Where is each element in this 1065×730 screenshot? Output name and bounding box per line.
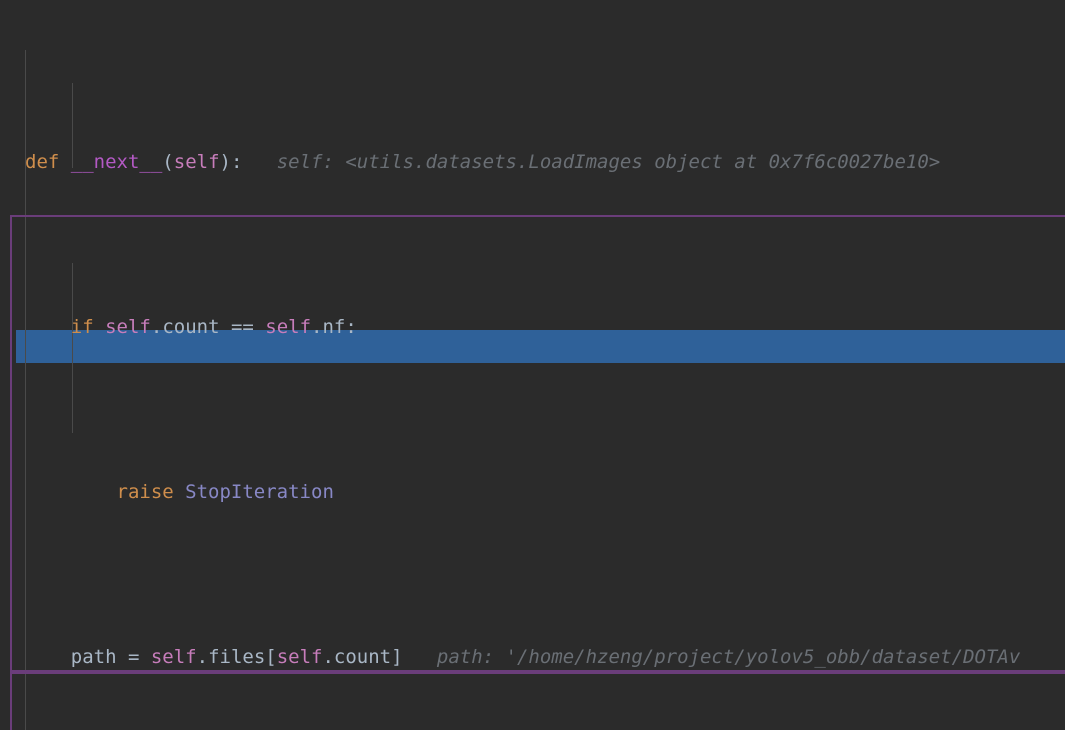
paren-open: ( <box>162 151 174 173</box>
assign-op: = <box>116 646 151 668</box>
attr-count: .count <box>322 646 392 668</box>
code-line-raise[interactable]: raise StopIteration <box>0 476 1065 509</box>
paren-close-colon: ): <box>219 151 243 173</box>
debug-hint-path: path: '/home/hzeng/project/yolov5_obb/da… <box>436 646 1021 668</box>
self-ref: self <box>105 316 151 338</box>
code-content: def __next__(self): self: <utils.dataset… <box>0 14 1065 730</box>
variable-path: path <box>70 646 117 668</box>
keyword-if: if <box>70 316 94 338</box>
self-param: self <box>173 151 220 173</box>
operator-eq: == <box>219 316 266 338</box>
bracket-close: ] <box>391 646 403 668</box>
attr-count: .count <box>150 316 220 338</box>
keyword-raise: raise <box>116 481 174 503</box>
code-line-def-next[interactable]: def __next__(self): self: <utils.dataset… <box>0 146 1065 179</box>
code-line-path-assign[interactable]: path = self.files[self.count] path: '/ho… <box>0 641 1065 674</box>
exception-stopiteration: StopIteration <box>185 481 334 503</box>
code-editor[interactable]: def __next__(self): self: <utils.dataset… <box>0 0 1065 730</box>
self-ref-2: self <box>265 316 312 338</box>
debug-hint-self: self: <utils.datasets.LoadImages object … <box>276 151 941 173</box>
function-name: __next__ <box>70 151 163 173</box>
code-line-if-count[interactable]: if self.count == self.nf: <box>0 311 1065 344</box>
keyword-def: def <box>25 151 60 173</box>
self-ref: self <box>150 646 197 668</box>
attr-nf: .nf: <box>311 316 357 338</box>
attr-files: .files[ <box>196 646 277 668</box>
self-ref-2: self <box>276 646 323 668</box>
